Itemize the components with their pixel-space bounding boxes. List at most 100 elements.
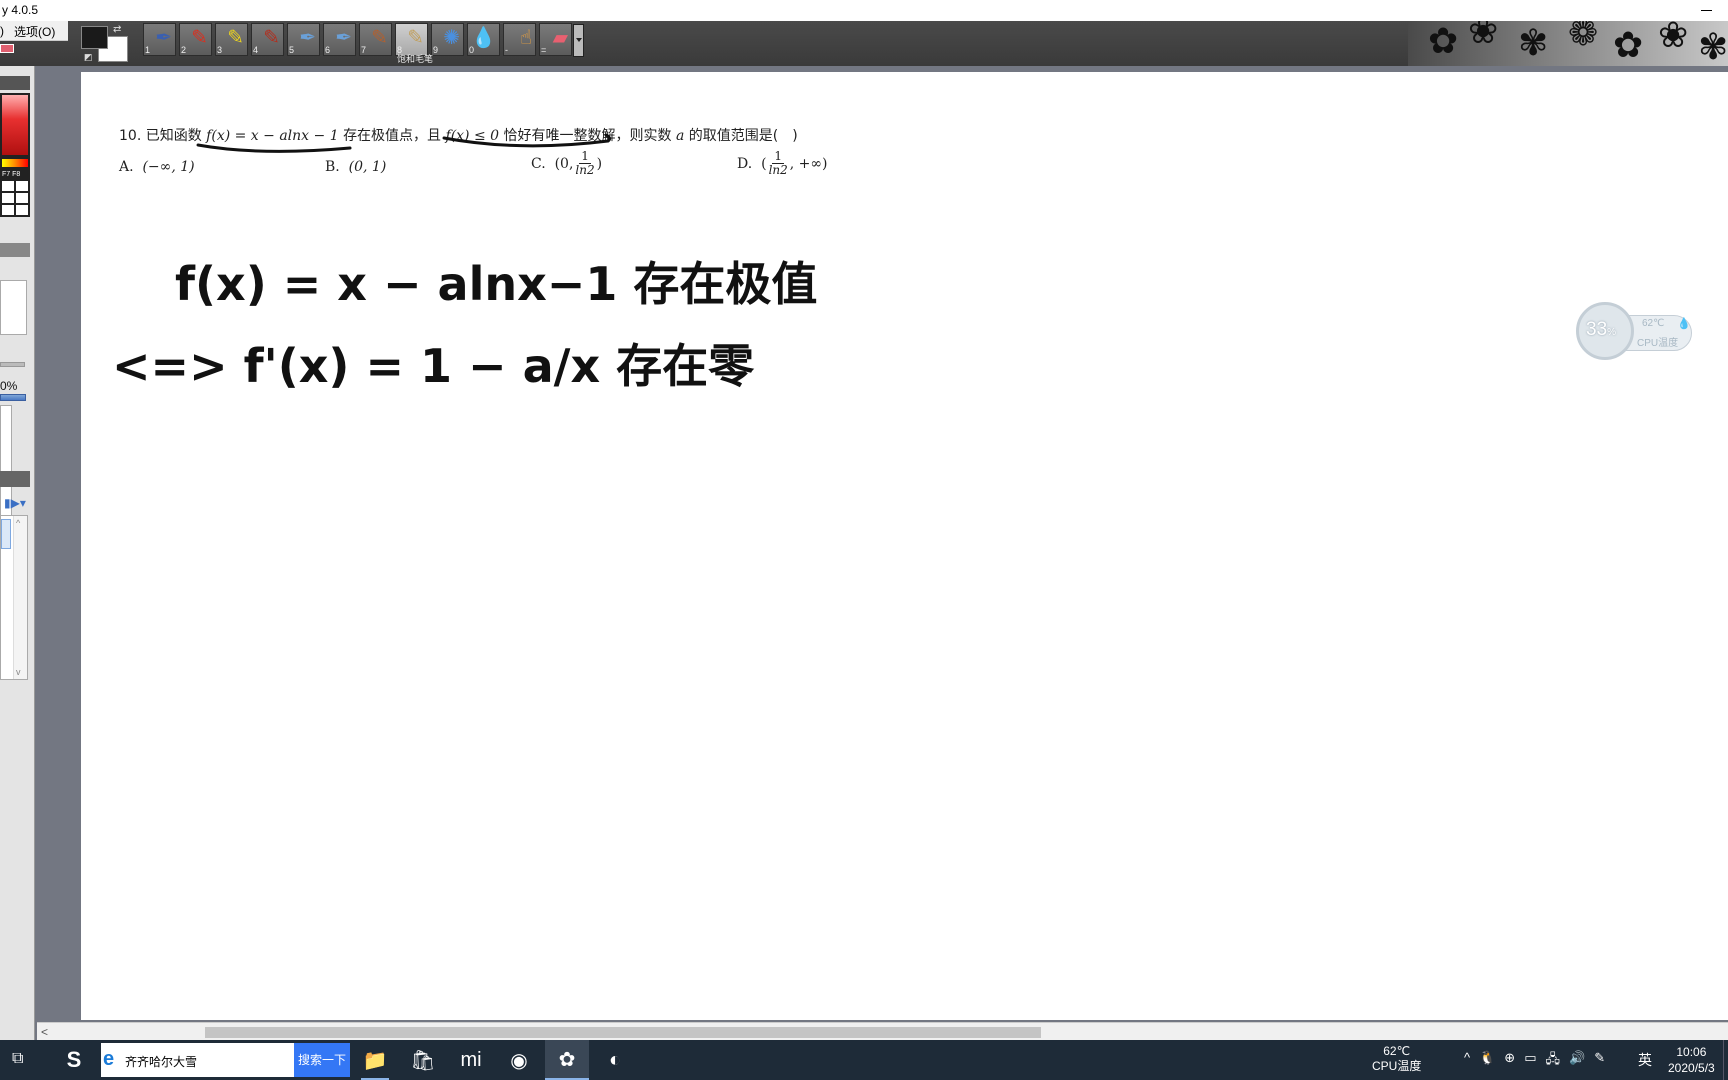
water-drop-icon: 💧	[1677, 318, 1691, 330]
selected-layer[interactable]	[1, 519, 11, 549]
search-text[interactable]: 齐齐哈尔大雪	[125, 1053, 197, 1070]
drawing-canvas[interactable]	[81, 72, 1728, 1020]
network-icon[interactable]: 🖧	[1546, 1050, 1561, 1072]
problem-mid2: 恰好有唯一整数解，则实数	[503, 128, 672, 144]
layers-header	[0, 471, 30, 487]
store-icon[interactable]: 🛍	[401, 1040, 445, 1080]
show-hidden-icons-icon[interactable]: ^	[1464, 1050, 1470, 1072]
size-slider[interactable]	[0, 362, 25, 367]
opacity-percent: 0%	[0, 379, 18, 393]
app-tray-icon[interactable]: ⊕	[1504, 1050, 1515, 1072]
panel-header	[0, 76, 30, 90]
layer-list[interactable]: ^ v	[0, 515, 28, 680]
fountain-pen-icon: ✒	[299, 27, 316, 49]
pen-ink-icon[interactable]: ✎	[1594, 1050, 1605, 1072]
cpu-temperature: 62℃	[1642, 318, 1665, 329]
tool-marker[interactable]: ✎ 4	[251, 23, 284, 56]
scroll-left-icon[interactable]: <	[41, 1025, 48, 1039]
search-button[interactable]: 搜索一下	[294, 1043, 350, 1077]
palette-swatch[interactable]	[16, 205, 28, 215]
tool-spray[interactable]: ✺ 9	[431, 23, 464, 56]
show-desktop-button[interactable]	[1723, 1040, 1728, 1080]
opacity-bar[interactable]	[0, 394, 26, 401]
tool-shortcut-number: 0	[469, 45, 475, 55]
spray-icon: ✺	[443, 27, 460, 49]
tool-calligraphy-pen[interactable]: ✒ 6	[323, 23, 356, 56]
mini-view-icon[interactable]	[0, 44, 14, 53]
option-d: D. ( 1 ln2 , +∞)	[737, 149, 828, 177]
taskbar-search-box[interactable]: e 齐齐哈尔大雪	[101, 1043, 294, 1077]
tool-finger-smudge[interactable]: ☝ -	[503, 23, 536, 56]
pencil-icon: ✎	[191, 27, 208, 49]
minimize-button[interactable]	[1698, 2, 1714, 18]
scrollbar-thumb[interactable]	[205, 1027, 1041, 1038]
menu-item-partial[interactable]: )	[0, 24, 4, 38]
mi-icon[interactable]: mi	[449, 1040, 493, 1080]
problem-prefix: 10. 已知函数	[119, 128, 202, 144]
tool-pencil[interactable]: ✎ 2	[179, 23, 212, 56]
taskbar-cpu-temp[interactable]: 62℃ CPU温度	[1372, 1044, 1421, 1074]
highlighter-icon: ✎	[227, 27, 244, 49]
app-window: y 4.0.5 ) 选项(O) ⇄ ◩ ✒ 1 ✎ 2 ✎ 3 ✎ 4 ✒ 5 ✒ 6 ✎ 7 ✎ 8 ✺ 9 💧 0…	[0, 0, 1728, 1080]
hue-slider[interactable]	[2, 159, 28, 167]
swap-colors-icon[interactable]: ⇄	[113, 24, 121, 35]
taskbar: ⧉ S e 齐齐哈尔大雪 搜索一下 📁 🛍 mi ◉ ✿ ◐ 62℃ CPU温度 ^ 🐧 ⊕ ▭…	[0, 1040, 1728, 1080]
scroll-up-icon[interactable]: ^	[16, 518, 20, 528]
color-palette[interactable]	[2, 181, 28, 215]
volume-icon[interactable]: 🔊	[1569, 1050, 1585, 1072]
menu-item-options[interactable]: 选项(O)	[14, 23, 55, 40]
problem-statement: 10. 已知函数 f(x) = x − alnx − 1 存在极值点，且 f(x…	[119, 125, 798, 145]
window-title: y 4.0.5	[2, 3, 39, 17]
color-gradient[interactable]	[2, 95, 28, 155]
tool-shortcut-number: 7	[361, 45, 367, 55]
tool-fountain-pen[interactable]: ✒ 5	[287, 23, 320, 56]
tool-shortcut-number: 6	[325, 45, 331, 55]
tool-pen[interactable]: ✒ 1	[143, 23, 176, 56]
tools-dropdown-button[interactable]	[573, 24, 584, 57]
reset-colors-icon[interactable]: ◩	[84, 52, 93, 63]
file-explorer-icon[interactable]: 📁	[353, 1040, 397, 1080]
palette-swatch[interactable]	[16, 193, 28, 203]
finger-smudge-icon: ☝	[519, 27, 532, 49]
brush-tools: ✒ 1 ✎ 2 ✎ 3 ✎ 4 ✒ 5 ✒ 6 ✎ 7 ✎ 8 ✺ 9 💧 0 ☝ - ▰ =	[143, 23, 572, 57]
layer-options-icon[interactable]: ▮▶▾	[4, 496, 26, 510]
marker-icon: ✎	[263, 27, 280, 49]
problem-mid1: 存在极值点，且	[343, 128, 442, 144]
brush-preview	[0, 280, 27, 335]
tool-brush[interactable]: ✎ 7	[359, 23, 392, 56]
s-app-icon[interactable]: S	[60, 1046, 88, 1074]
browser-360-icon[interactable]: ◉	[497, 1040, 541, 1080]
cpu-monitor-widget[interactable]: 33% 62℃ 💧 CPU温度	[1576, 302, 1694, 360]
problem-condition: f(x) ≤ 0	[445, 128, 500, 144]
saturated-brush-icon: ✎	[407, 27, 424, 49]
left-panel: F7 F8 0% ▮▶▾ ^ v	[0, 66, 35, 1040]
clock[interactable]: 10:06 2020/5/3	[1668, 1044, 1715, 1076]
task-view-icon[interactable]: ⧉	[12, 1050, 23, 1068]
menu-bar: ) 选项(O)	[0, 21, 68, 41]
eraser-icon: ▰	[552, 27, 568, 49]
palette-swatch[interactable]	[16, 181, 28, 191]
title-bar: y 4.0.5	[0, 0, 1728, 21]
firefox-icon[interactable]: ◐	[593, 1040, 637, 1080]
problem-suffix: 的取值范围是( )	[688, 128, 798, 144]
scroll-down-icon[interactable]: v	[16, 667, 21, 677]
option-a: A. (−∞, 1)	[119, 159, 195, 175]
horizontal-scrollbar[interactable]: <	[37, 1022, 1728, 1040]
layer-list-scrollbar[interactable]: ^ v	[13, 516, 27, 679]
clock-time: 10:06	[1676, 1045, 1707, 1059]
foreground-color-swatch[interactable]	[81, 26, 108, 49]
color-picker[interactable]: F7 F8	[0, 93, 30, 217]
tool-eraser[interactable]: ▰ =	[539, 23, 572, 56]
brush-icon: ✎	[371, 27, 388, 49]
tool-highlighter[interactable]: ✎ 3	[215, 23, 248, 56]
palette-swatch[interactable]	[2, 181, 14, 191]
tool-shortcut-number: 1	[145, 45, 151, 55]
qq-icon[interactable]: 🐧	[1479, 1050, 1495, 1072]
ime-indicator[interactable]: 英	[1638, 1050, 1652, 1070]
answer-options: A. (−∞, 1) B. (0, 1) C. (0, 1 ln2 ) D. ( …	[119, 150, 859, 196]
tool-water-drop[interactable]: 💧 0	[467, 23, 500, 56]
palette-swatch[interactable]	[2, 193, 14, 203]
battery-icon[interactable]: ▭	[1524, 1050, 1536, 1072]
palette-swatch[interactable]	[2, 205, 14, 215]
paint-app-icon[interactable]: ✿	[545, 1040, 589, 1080]
